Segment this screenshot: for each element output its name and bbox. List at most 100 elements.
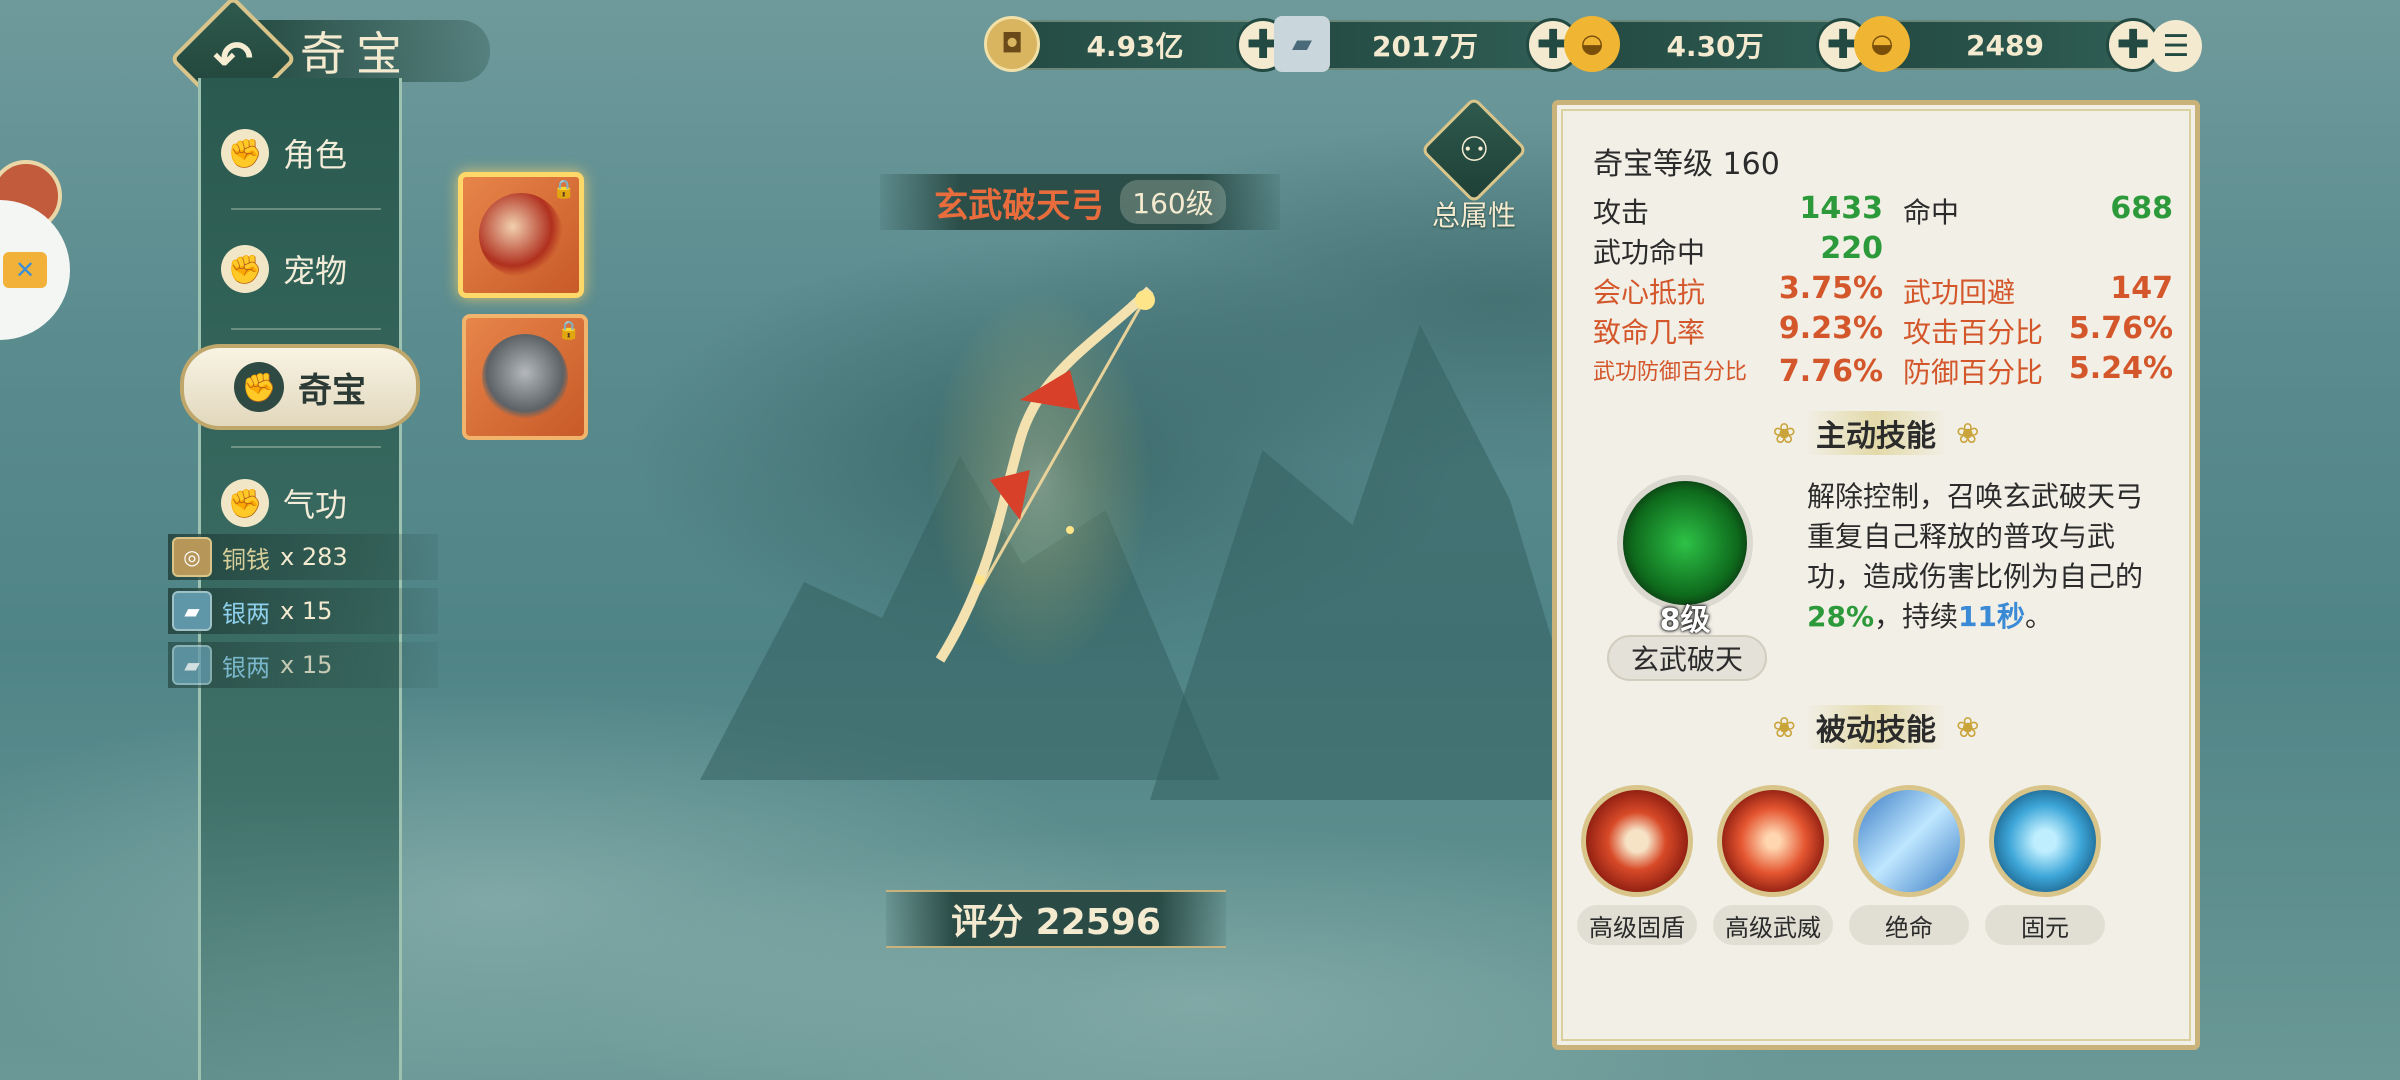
active-skill-name: 玄武破天 bbox=[1607, 635, 1767, 681]
fist-icon: ✊ bbox=[234, 362, 284, 412]
passive-skill[interactable]: 高级武威 bbox=[1713, 785, 1833, 945]
shield-swirl-icon bbox=[1581, 785, 1693, 897]
stat-martial-hit: 武功命中 220 bbox=[1593, 231, 1903, 271]
passive-skill-name: 绝命 bbox=[1849, 905, 1969, 945]
silver-ingot-icon: ▰ bbox=[1274, 16, 1330, 72]
stat-label: 会心抵抗 bbox=[1593, 276, 1706, 309]
stat-row: 武功命中 220 bbox=[1593, 231, 2173, 271]
sidebar-item-treasure[interactable]: ✊ 奇宝 bbox=[180, 344, 420, 430]
passive-skill[interactable]: 高级固盾 bbox=[1577, 785, 1697, 945]
sidebar-item-character[interactable]: ✊ 角色 bbox=[221, 118, 391, 188]
gold-ingot-lock-icon: ◒ bbox=[1564, 16, 1620, 72]
section-title: 被动技能 bbox=[1806, 705, 1946, 749]
cloud-ornament-icon: ❀ bbox=[1956, 416, 1980, 450]
desc-percent: 28% bbox=[1807, 600, 1875, 633]
desc-duration: 11秒 bbox=[1958, 600, 2026, 633]
stat-value: 9.23% bbox=[1778, 311, 1883, 346]
passive-skill-name: 固元 bbox=[1985, 905, 2105, 945]
passive-skill-name: 高级固盾 bbox=[1577, 905, 1697, 945]
stat-label: 武功命中 bbox=[1593, 236, 1706, 269]
loot-count: x 283 bbox=[280, 543, 348, 571]
loot-notification: ◎ 铜钱 x 283 bbox=[168, 534, 438, 580]
treasure-slot-bow[interactable]: 🔒 bbox=[458, 172, 584, 298]
section-title: 主动技能 bbox=[1806, 411, 1946, 455]
stat-label: 致命几率 bbox=[1593, 316, 1706, 349]
passive-skill-name: 高级武威 bbox=[1713, 905, 1833, 945]
currency-gold: ◒ 2489 ✚ bbox=[1854, 16, 2160, 72]
stat-hit: 命中 688 bbox=[1903, 191, 2173, 231]
sidebar-divider bbox=[231, 328, 381, 330]
sidebar-item-label: 角色 bbox=[283, 136, 348, 174]
item-name-bar: 玄武破天弓 160级 bbox=[880, 174, 1280, 230]
menu-button[interactable]: ☰ bbox=[2150, 20, 2202, 72]
stat-value: 688 bbox=[2110, 191, 2173, 226]
active-skill-description: 解除控制，召唤玄武破天弓重复自己释放的普攻与武功，造成伤害比例为自己的 28%，持… bbox=[1807, 477, 2167, 637]
fist-icon: ✊ bbox=[221, 245, 269, 293]
stat-attack-pct: 攻击百分比 5.76% bbox=[1903, 311, 2173, 351]
stat-martial-evade: 武功回避 147 bbox=[1903, 271, 2173, 311]
item-level-badge: 160级 bbox=[1120, 180, 1226, 224]
stat-row: 致命几率 9.23% 攻击百分比 5.76% bbox=[1593, 311, 2173, 351]
active-skill-icon[interactable] bbox=[1617, 475, 1753, 611]
currency-value: 4.30万 bbox=[1666, 30, 1764, 63]
stat-row: 会心抵抗 3.75% 武功回避 147 bbox=[1593, 271, 2173, 311]
stat-value: 5.76% bbox=[2068, 311, 2173, 346]
stat-value: 220 bbox=[1820, 231, 1883, 266]
gold-ingot-icon: ◒ bbox=[1854, 16, 1910, 72]
item-name: 玄武破天弓 bbox=[934, 185, 1105, 226]
page-title: 奇宝 bbox=[300, 27, 412, 81]
active-skill-heading: ❀ 主动技能 ❀ bbox=[1557, 411, 2195, 455]
stat-value: 147 bbox=[2110, 271, 2173, 306]
passive-skill[interactable]: 固元 bbox=[1985, 785, 2105, 945]
bow-model bbox=[930, 286, 1155, 670]
loot-notification: ▰ 银两 x 15 bbox=[168, 642, 438, 688]
sidebar-item-label: 气功 bbox=[283, 486, 348, 524]
copper-coin-icon: ◎ bbox=[172, 537, 212, 577]
heart-sparkle-icon bbox=[1989, 785, 2101, 897]
desc-text: 解除控制，召唤玄武破天弓重复自己释放的普攻与武功，造成伤害比例为自己的 bbox=[1807, 480, 2144, 593]
network-icon: ⚇ bbox=[1458, 129, 1490, 170]
helmet-icon bbox=[482, 334, 568, 420]
stat-attack: 攻击 1433 bbox=[1593, 191, 1903, 231]
attribute-panel: 奇宝等级 160 攻击 1433 命中 688 武功命中 220 会心抵抗 3.… bbox=[1552, 100, 2200, 1050]
passive-skill[interactable]: 绝命 bbox=[1849, 785, 1969, 945]
sidebar-divider bbox=[231, 208, 381, 210]
fire-vortex-icon bbox=[1717, 785, 1829, 897]
loot-count: x 15 bbox=[280, 597, 333, 625]
stat-label: 攻击 bbox=[1593, 196, 1650, 229]
stat-label: 攻击百分比 bbox=[1903, 316, 2044, 349]
currency-value: 4.93亿 bbox=[1086, 30, 1184, 63]
sidebar-item-qigong[interactable]: ✊ 气功 bbox=[221, 468, 391, 538]
loot-name: 银两 bbox=[222, 653, 270, 682]
total-attributes-button[interactable]: ⚇ 总属性 bbox=[1420, 96, 1528, 234]
active-skill-level: 8级 bbox=[1659, 603, 1711, 638]
stat-row: 武功防御百分比 7.76% 防御百分比 5.24% bbox=[1593, 351, 2173, 391]
sidebar-item-pet[interactable]: ✊ 宠物 bbox=[221, 234, 391, 304]
stat-crit-resist: 会心抵抗 3.75% bbox=[1593, 271, 1903, 311]
currency-value: 2489 bbox=[1966, 28, 2044, 62]
lock-icon: 🔒 bbox=[557, 320, 580, 341]
sidebar-divider bbox=[231, 446, 381, 448]
desc-text: 。 bbox=[2025, 600, 2054, 633]
score-bar: 评分 22596 bbox=[886, 890, 1226, 948]
stat-crit-rate: 致命几率 9.23% bbox=[1593, 311, 1903, 351]
fist-icon: ✊ bbox=[221, 129, 269, 177]
stat-value: 1433 bbox=[1799, 191, 1884, 226]
currency-gold-bound: ◒ 4.30万 ✚ bbox=[1564, 16, 1870, 72]
cloud-ornament-icon: ❀ bbox=[1772, 710, 1796, 744]
cloud-ornament-icon: ❀ bbox=[1956, 710, 1980, 744]
stat-value: 5.24% bbox=[2068, 351, 2173, 386]
currency-silver: ▰ 2017万 ✚ bbox=[1274, 16, 1580, 72]
stat-label: 武功防御百分比 bbox=[1593, 359, 1748, 385]
currency-value: 2017万 bbox=[1372, 30, 1478, 63]
sidebar-item-label: 宠物 bbox=[283, 252, 348, 290]
lock-icon: 🔒 bbox=[552, 179, 575, 200]
chat-icon: ✕ bbox=[3, 252, 47, 288]
bow-icon bbox=[479, 193, 563, 277]
stat-martial-defense-pct: 武功防御百分比 7.76% bbox=[1593, 354, 1903, 389]
treasure-slot-helmet[interactable]: 🔒 bbox=[462, 314, 588, 440]
passive-skill-heading: ❀ 被动技能 ❀ bbox=[1557, 705, 2195, 749]
stat-label: 命中 bbox=[1903, 196, 1960, 229]
loot-name: 铜钱 bbox=[222, 545, 270, 574]
loot-notification: ▰ 银两 x 15 bbox=[168, 588, 438, 634]
